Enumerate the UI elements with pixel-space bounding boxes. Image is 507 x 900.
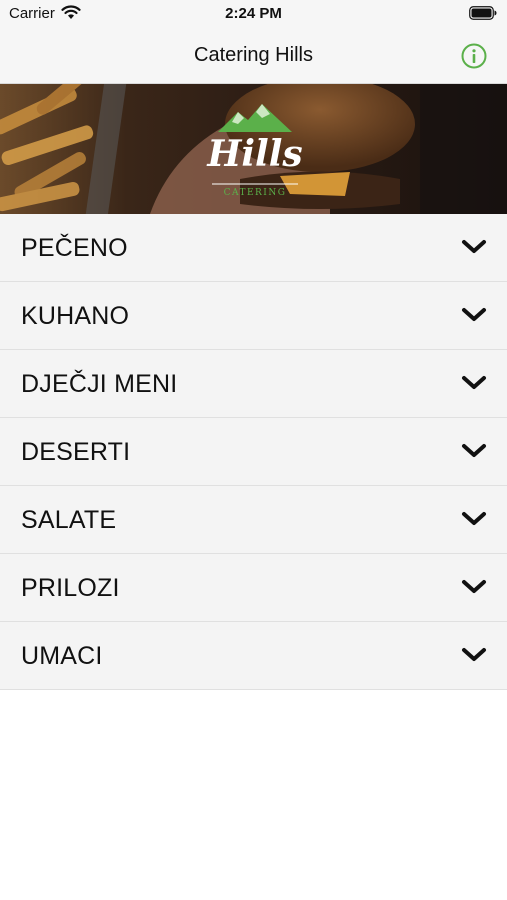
menu-item-djecji-meni[interactable]: DJEČJI MENI <box>0 350 507 418</box>
svg-text:CATERING: CATERING <box>224 188 287 198</box>
menu-item-label: PEČENO <box>21 234 128 262</box>
status-time: 2:24 PM <box>225 5 282 22</box>
menu-item-deserti[interactable]: DESERTI <box>0 418 507 486</box>
chevron-down-icon <box>462 444 486 457</box>
menu-category-list: PEČENO KUHANO DJEČJI MENI DESERTI SALATE… <box>0 214 507 690</box>
chevron-down-icon <box>462 580 486 593</box>
menu-item-label: KUHANO <box>21 302 130 330</box>
menu-item-label: PRILOZI <box>21 574 120 602</box>
menu-item-umaci[interactable]: UMACI <box>0 622 507 690</box>
menu-item-prilozi[interactable]: PRILOZI <box>0 554 507 622</box>
info-circle-icon <box>461 43 487 69</box>
menu-item-label: DJEČJI MENI <box>21 370 178 398</box>
chevron-down-icon <box>462 240 486 253</box>
chevron-down-icon <box>462 308 486 321</box>
menu-item-peceno[interactable]: PEČENO <box>0 214 507 282</box>
chevron-down-icon <box>462 512 486 525</box>
chevron-down-icon <box>462 376 486 389</box>
menu-item-label: DESERTI <box>21 438 131 466</box>
hero-banner: Hills CATERING <box>0 84 507 214</box>
battery-icon <box>469 6 497 25</box>
menu-item-label: UMACI <box>21 642 103 670</box>
svg-text:Hills: Hills <box>206 133 302 175</box>
info-button[interactable] <box>461 43 487 69</box>
navigation-bar: Catering Hills <box>0 26 507 84</box>
page-title: Catering Hills <box>194 44 313 66</box>
menu-item-kuhano[interactable]: KUHANO <box>0 282 507 350</box>
menu-item-label: SALATE <box>21 506 117 534</box>
status-bar: Carrier 2:24 PM <box>0 0 507 26</box>
chevron-down-icon <box>462 648 486 661</box>
menu-item-salate[interactable]: SALATE <box>0 486 507 554</box>
